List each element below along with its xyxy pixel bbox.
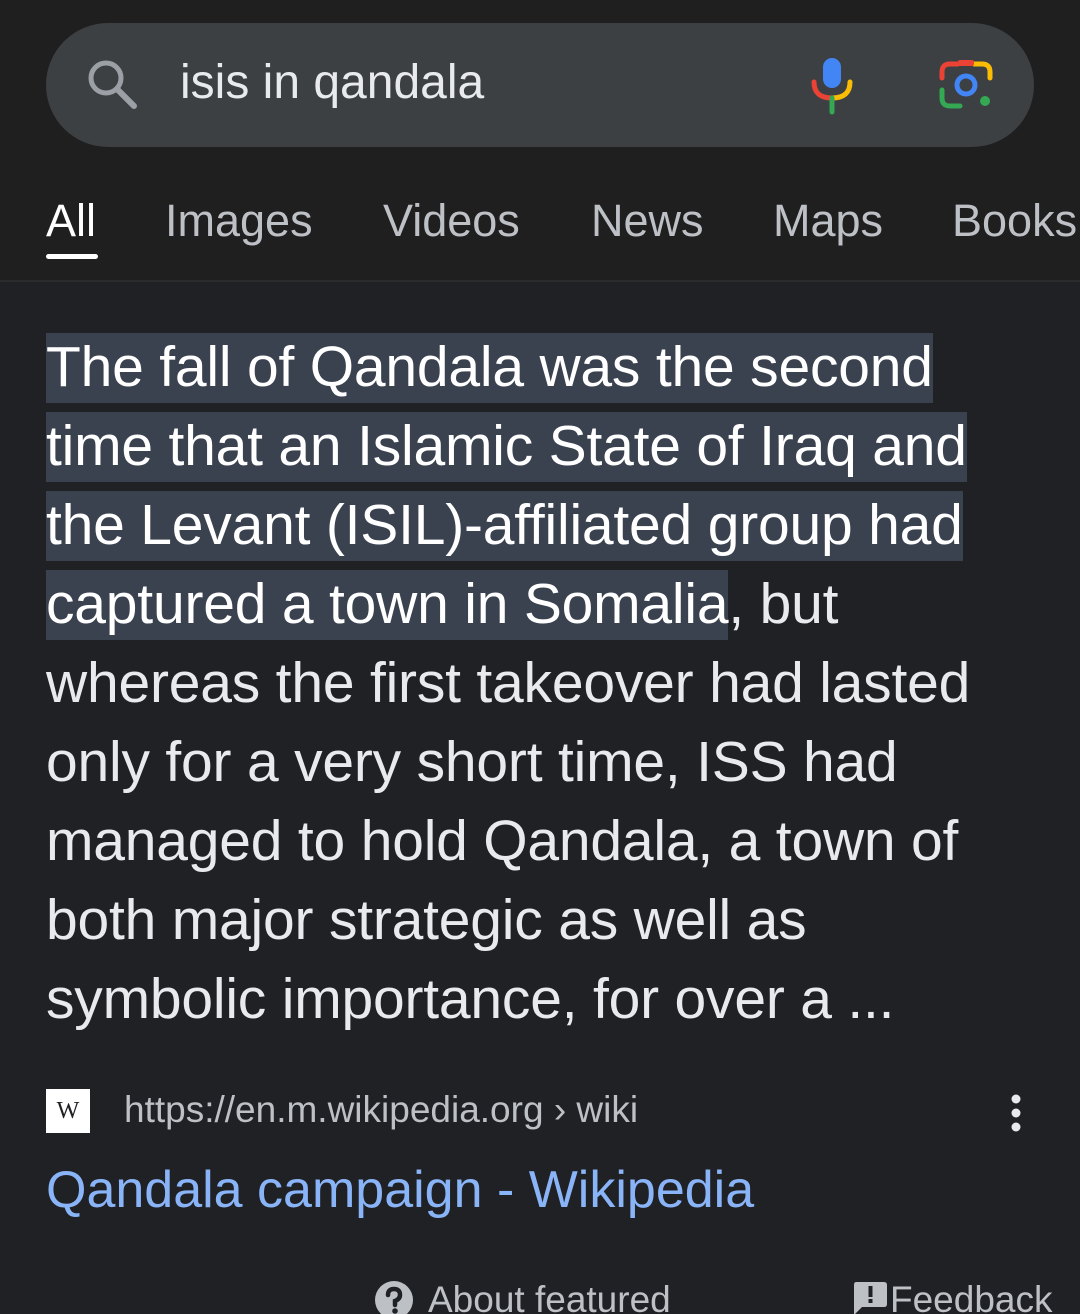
help-circle-icon (375, 1281, 413, 1314)
wikipedia-favicon: W (46, 1089, 90, 1133)
feedback-label: Feedback (890, 1279, 1053, 1314)
snippet-footer: About featured Feedback (0, 1276, 1080, 1314)
tab-maps[interactable]: Maps (773, 190, 883, 252)
active-tab-indicator (46, 254, 98, 259)
tab-books[interactable]: Books (952, 190, 1077, 252)
tab-all[interactable]: All (46, 190, 96, 252)
result-title-link[interactable]: Qandala campaign - Wikipedia (46, 1156, 754, 1224)
search-icon[interactable] (84, 56, 140, 112)
search-results-page: isis in qandala All Images Videos News M… (0, 0, 1080, 1314)
more-vertical-icon[interactable] (1004, 1089, 1028, 1137)
tab-videos[interactable]: Videos (383, 190, 520, 252)
tab-images[interactable]: Images (165, 190, 313, 252)
about-featured-label: About featured (428, 1279, 671, 1314)
result-source[interactable]: W https://en.m.wikipedia.org › wiki (46, 1087, 1036, 1135)
featured-snippet-text: The fall of Qandala was the second time … (46, 328, 1036, 1039)
tab-news[interactable]: News (591, 190, 704, 252)
google-lens-icon[interactable] (938, 58, 996, 112)
source-url[interactable]: https://en.m.wikipedia.org › wiki (124, 1087, 638, 1133)
search-input[interactable]: isis in qandala (180, 52, 484, 114)
search-tabs: All Images Videos News Maps Books (0, 190, 1080, 260)
top-bar: isis in qandala All Images Videos News M… (0, 0, 1080, 282)
snippet-continuation: , but whereas the first takeover had las… (46, 572, 971, 1031)
mic-icon[interactable] (808, 54, 856, 116)
feedback-icon (854, 1282, 887, 1314)
